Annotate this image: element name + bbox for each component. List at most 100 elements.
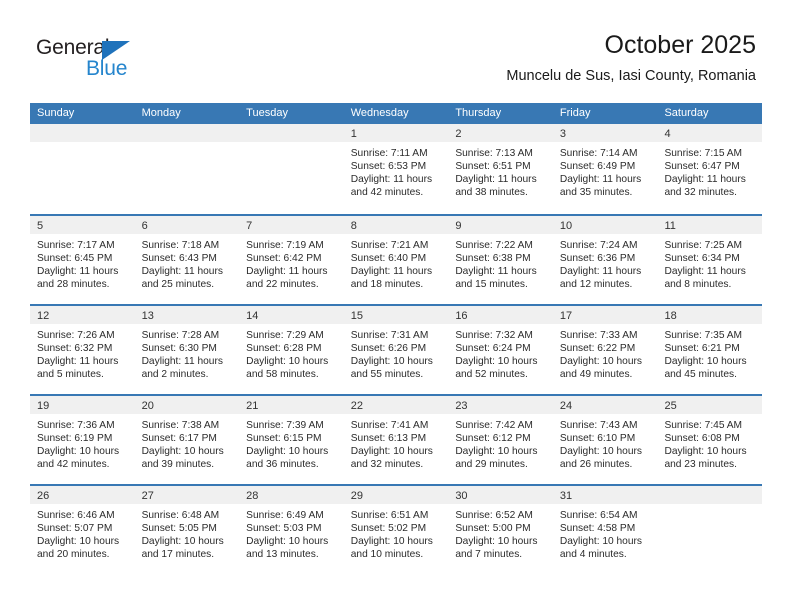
day-number: 15 (350, 310, 363, 322)
calendar-day-cell[interactable]: 1 Sunrise: 7:11 AM Sunset: 6:53 PM Daylight… (343, 124, 449, 214)
calendar-day-cell[interactable]: 26 Sunrise: 6:46 AM Sunset: 5:07 PM Dayligh… (30, 486, 135, 574)
day-detail-line: Sunset: 5:05 PM (141, 523, 217, 535)
day-detail-line: Daylight: 11 hours (37, 266, 119, 278)
day-detail-line: Daylight: 10 hours (246, 446, 329, 458)
day-detail-line: and 5 minutes. (37, 369, 104, 381)
calendar-day-cell[interactable]: 8 Sunrise: 7:21 AM Sunset: 6:40 PM Daylight… (343, 216, 449, 304)
day-number (135, 128, 142, 140)
day-detail-line: and 20 minutes. (37, 549, 110, 561)
calendar-day-cell[interactable]: 24 Sunrise: 7:43 AM Sunset: 6:10 PM Dayligh… (552, 396, 658, 484)
calendar-day-cell[interactable]: 5 Sunrise: 7:17 AM Sunset: 6:45 PM Daylight… (30, 216, 135, 304)
calendar-day-cell[interactable]: 6 Sunrise: 7:18 AM Sunset: 6:43 PM Daylight… (134, 216, 240, 304)
calendar-day-cell[interactable]: 28 Sunrise: 6:49 AM Sunset: 5:03 PM Dayligh… (239, 486, 344, 574)
calendar-day-cell[interactable]: 30 Sunrise: 6:52 AM Sunset: 5:00 PM Dayligh… (448, 486, 553, 574)
day-details (657, 505, 762, 509)
calendar-day-cell[interactable]: 11 Sunrise: 7:25 AM Sunset: 6:34 PM Dayligh… (657, 216, 763, 304)
calendar-day-cell[interactable]: 25 Sunrise: 7:45 AM Sunset: 6:08 PM Dayligh… (657, 396, 763, 484)
day-number-bar: 24 (552, 396, 658, 415)
day-number: 22 (350, 400, 363, 412)
day-number: 9 (455, 220, 462, 232)
day-number-bar: 2 (448, 124, 553, 143)
calendar-day-cell[interactable]: 4 Sunrise: 7:15 AM Sunset: 6:47 PM Daylight… (657, 124, 763, 214)
calendar-day-cell[interactable]: 31 Sunrise: 6:54 AM Sunset: 4:58 PM Dayligh… (552, 486, 658, 574)
calendar-day-cell[interactable]: 23 Sunrise: 7:42 AM Sunset: 6:12 PM Dayligh… (448, 396, 553, 484)
day-detail-line: Sunrise: 7:21 AM (350, 240, 429, 251)
day-detail-line: Sunrise: 7:41 AM (350, 420, 429, 431)
day-detail-line: and 23 minutes. (664, 459, 737, 471)
calendar-week-row: 12 Sunrise: 7:26 AM Sunset: 6:32 PM Dayligh… (30, 304, 763, 394)
day-number (30, 128, 37, 140)
day-number: 5 (37, 220, 44, 232)
calendar-day-cell[interactable]: 17 Sunrise: 7:33 AM Sunset: 6:22 PM Dayligh… (552, 306, 658, 394)
day-detail-line: Sunrise: 7:17 AM (37, 240, 115, 251)
day-number: 19 (37, 400, 50, 412)
day-detail-line: Daylight: 11 hours (350, 174, 433, 186)
calendar-day-cell[interactable]: 20 Sunrise: 7:38 AM Sunset: 6:17 PM Dayligh… (134, 396, 240, 484)
day-number-bar: 22 (343, 396, 449, 415)
calendar-day-cell[interactable]: 2 Sunrise: 7:13 AM Sunset: 6:51 PM Daylight… (448, 124, 553, 214)
day-detail-line: Sunset: 6:21 PM (664, 343, 740, 355)
day-number-bar: 9 (448, 216, 553, 235)
day-detail-line: and 12 minutes. (559, 279, 633, 291)
calendar-day-cell[interactable]: 13 Sunrise: 7:28 AM Sunset: 6:30 PM Dayligh… (134, 306, 240, 394)
weekday-header-saturday: Saturday (664, 107, 709, 119)
weekday-header-tuesday: Tuesday (246, 107, 288, 119)
generalblue-logo[interactable]: General Blue (36, 36, 236, 84)
day-detail-line: Sunset: 6:49 PM (559, 161, 636, 173)
calendar-day-cell[interactable]: 12 Sunrise: 7:26 AM Sunset: 6:32 PM Dayligh… (30, 306, 135, 394)
day-detail-line: Sunrise: 7:25 AM (664, 240, 743, 251)
page-subtitle: Muncelu de Sus, Iasi County, Romania (506, 68, 756, 84)
calendar-day-cell[interactable]: 27 Sunrise: 6:48 AM Sunset: 5:05 PM Dayligh… (134, 486, 240, 574)
calendar-day-cell[interactable]: 15 Sunrise: 7:31 AM Sunset: 6:26 PM Dayligh… (343, 306, 449, 394)
calendar-day-cell[interactable]: 19 Sunrise: 7:36 AM Sunset: 6:19 PM Dayligh… (30, 396, 135, 484)
calendar-day-cell[interactable]: 14 Sunrise: 7:29 AM Sunset: 6:28 PM Dayligh… (239, 306, 344, 394)
day-number (239, 128, 246, 140)
day-details (30, 143, 135, 147)
day-details: Sunrise: 6:54 AM Sunset: 4:58 PM Daylight:… (553, 505, 658, 561)
day-detail-line: and 25 minutes. (141, 279, 215, 291)
day-detail-line: and 49 minutes. (559, 369, 633, 381)
day-details: Sunrise: 7:39 AM Sunset: 6:15 PM Daylight:… (239, 415, 344, 471)
day-number-bar: 26 (30, 486, 135, 505)
day-detail-line: Sunrise: 7:14 AM (559, 148, 638, 159)
day-number-bar: 20 (134, 396, 240, 415)
calendar-day-cell[interactable]: 9 Sunrise: 7:22 AM Sunset: 6:38 PM Daylight… (448, 216, 553, 304)
day-detail-line: Daylight: 10 hours (37, 536, 120, 548)
day-details: Sunrise: 7:22 AM Sunset: 6:38 PM Daylight:… (448, 235, 553, 291)
page-header: General Blue October 2025 Muncelu de Sus… (0, 0, 792, 103)
calendar-day-cell[interactable]: 18 Sunrise: 7:35 AM Sunset: 6:21 PM Dayligh… (657, 306, 763, 394)
calendar-day-cell[interactable]: 16 Sunrise: 7:32 AM Sunset: 6:24 PM Dayligh… (448, 306, 553, 394)
day-number-bar: 27 (134, 486, 240, 505)
day-number-bar: 17 (552, 306, 658, 325)
day-details: Sunrise: 7:38 AM Sunset: 6:17 PM Daylight:… (135, 415, 240, 471)
day-details: Sunrise: 7:41 AM Sunset: 6:13 PM Daylight:… (344, 415, 449, 471)
day-detail-line: and 18 minutes. (350, 279, 424, 291)
day-details: Sunrise: 6:52 AM Sunset: 5:00 PM Daylight:… (448, 505, 553, 561)
day-number-bar: 14 (239, 306, 344, 325)
day-detail-line: Sunrise: 6:49 AM (246, 510, 324, 521)
day-detail-line: Sunrise: 6:46 AM (37, 510, 115, 521)
calendar-day-cell[interactable]: 21 Sunrise: 7:39 AM Sunset: 6:15 PM Dayligh… (239, 396, 344, 484)
day-number: 17 (559, 310, 573, 322)
calendar-day-cell[interactable]: 29 Sunrise: 6:51 AM Sunset: 5:02 PM Dayligh… (343, 486, 449, 574)
day-detail-line: and 2 minutes. (141, 369, 209, 381)
day-number: 13 (141, 310, 154, 322)
day-details: Sunrise: 7:29 AM Sunset: 6:28 PM Daylight:… (239, 325, 344, 381)
calendar-day-cell[interactable]: 10 Sunrise: 7:24 AM Sunset: 6:36 PM Dayligh… (552, 216, 658, 304)
day-number-bar: 8 (343, 216, 449, 235)
day-detail-line: Daylight: 10 hours (141, 536, 224, 548)
day-detail-line: Daylight: 11 hours (664, 174, 746, 186)
calendar-day-cell[interactable]: 22 Sunrise: 7:41 AM Sunset: 6:13 PM Dayligh… (343, 396, 449, 484)
day-details: Sunrise: 7:31 AM Sunset: 6:26 PM Daylight:… (344, 325, 449, 381)
day-detail-line: Daylight: 10 hours (141, 446, 224, 458)
weekday-header-row: Sunday Monday Tuesday Wednesday Thursday Frid… (30, 103, 762, 124)
weekday-header-thursday: Thursday (455, 107, 502, 119)
day-detail-line: and 55 minutes. (350, 369, 424, 381)
day-detail-line: Sunset: 6:47 PM (664, 161, 740, 173)
calendar-day-cell[interactable]: 7 Sunrise: 7:19 AM Sunset: 6:42 PM Daylight… (239, 216, 344, 304)
calendar-day-cell[interactable]: 3 Sunrise: 7:14 AM Sunset: 6:49 PM Daylight… (552, 124, 658, 214)
day-detail-line: Daylight: 10 hours (246, 356, 329, 368)
day-detail-line: Daylight: 11 hours (455, 266, 537, 278)
day-detail-line: and 10 minutes. (350, 549, 424, 561)
day-detail-line: Daylight: 10 hours (455, 356, 538, 368)
